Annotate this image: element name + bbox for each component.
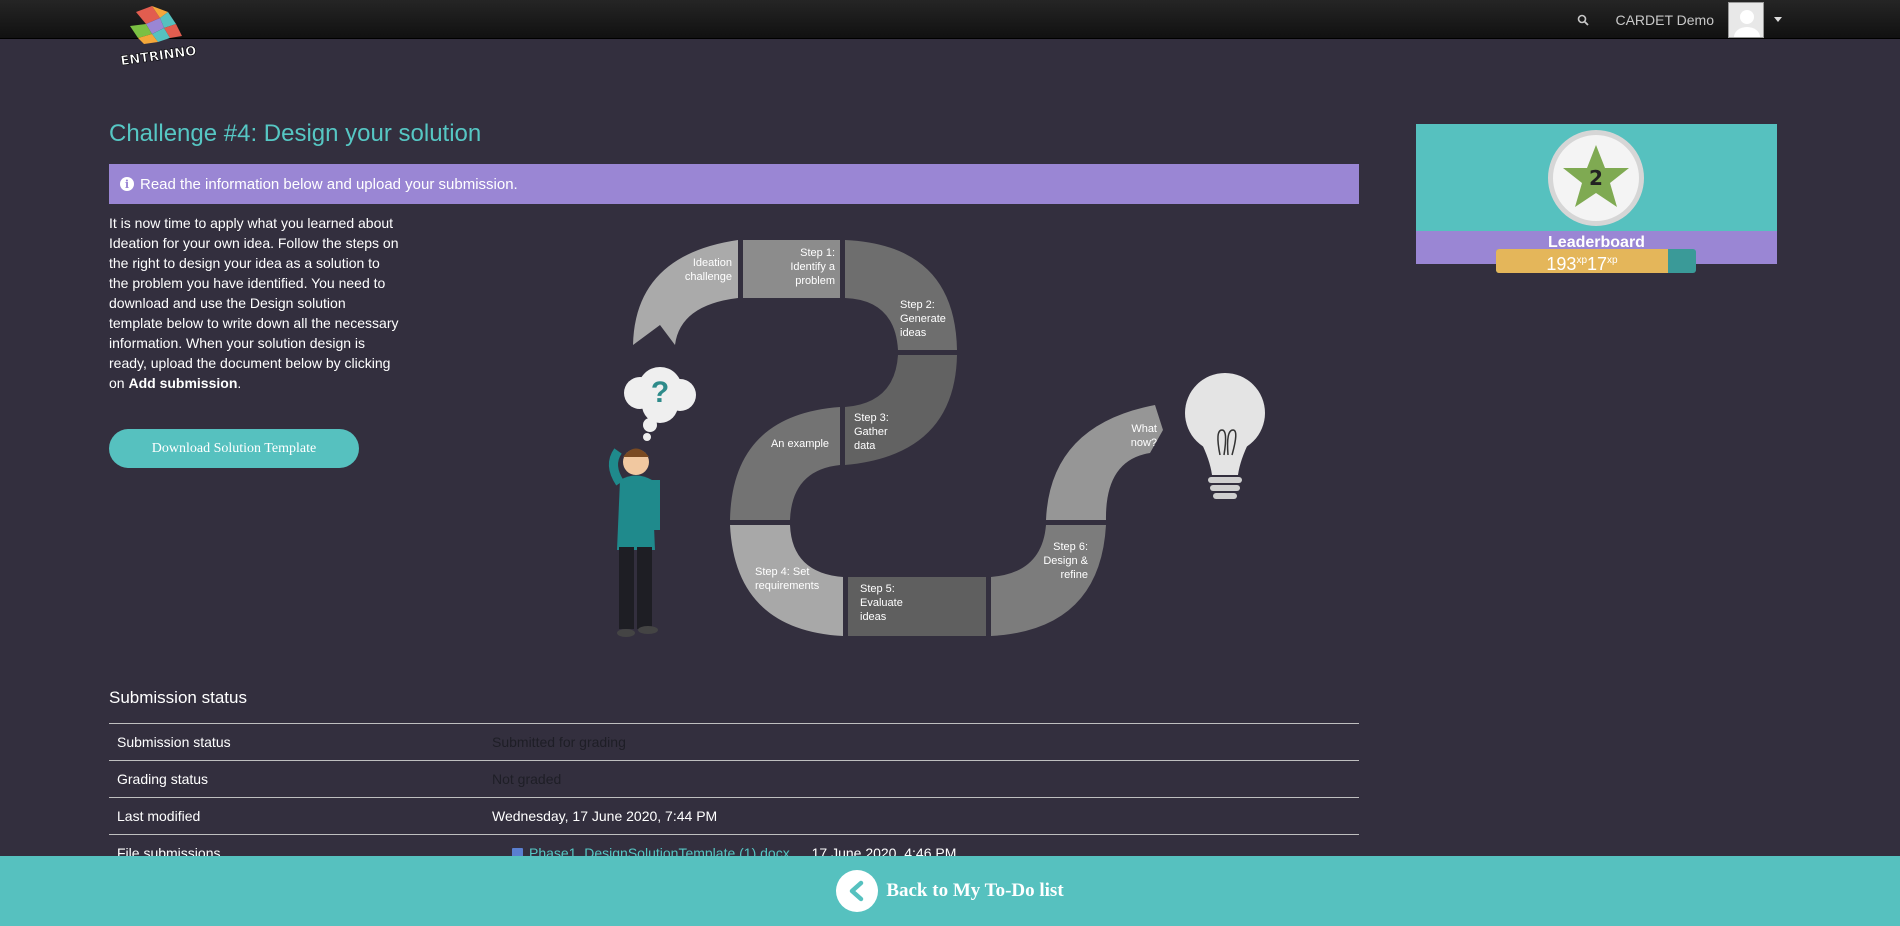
thought-cloud-icon: ?: [624, 367, 696, 441]
person-illustration: [609, 448, 660, 637]
xp-gain: 17: [1587, 254, 1608, 273]
info-banner: i Read the information below and upload …: [109, 164, 1359, 204]
step5-label-1: Step 5:: [860, 583, 895, 595]
row-value: Not graded: [484, 760, 1359, 798]
lightbulb-icon: [1185, 373, 1265, 499]
top-navbar: ENTRINNO CARDET Demo: [0, 0, 1900, 70]
intro-text: It is now time to apply what you learned…: [109, 213, 399, 393]
table-row: Grading status Not graded: [109, 760, 1359, 798]
row-label: Grading status: [109, 760, 484, 798]
intro-bold: Add submission: [128, 375, 238, 391]
rank-number: 2: [1589, 166, 1603, 190]
example-segment: [730, 407, 840, 520]
submission-status-heading: Submission status: [109, 688, 247, 707]
info-icon: i: [120, 177, 134, 191]
table-row: Submission status Submitted for grading: [109, 723, 1359, 761]
back-to-todo-footer[interactable]: Back to My To-Do list: [0, 856, 1900, 926]
step1-label-1: Step 1:: [800, 247, 835, 259]
row-value: Submitted for grading: [484, 723, 1359, 761]
step5-label-3: ideas: [860, 611, 887, 623]
question-mark: ?: [651, 376, 669, 409]
step6-label-3: refine: [1060, 569, 1088, 581]
entrinno-logo[interactable]: ENTRINNO: [116, 6, 202, 76]
page-title: Challenge #4: Design your solution: [109, 120, 482, 147]
step4-label-2: requirements: [755, 580, 820, 592]
download-template-button[interactable]: Download Solution Template: [109, 429, 359, 468]
row-value: Wednesday, 17 June 2020, 7:44 PM: [484, 797, 1359, 835]
xp-value: 193: [1546, 254, 1577, 273]
xp-text: 193xp17xp: [1496, 249, 1668, 273]
leaderboard-widget[interactable]: 2 Leaderboard 193xp17xp: [1416, 124, 1777, 273]
what-now-label-1: What: [1131, 423, 1157, 435]
back-to-todo-link[interactable]: Back to My To-Do list: [886, 880, 1063, 902]
row-label: Submission status: [109, 723, 484, 761]
xp-unit-2: xp: [1607, 255, 1618, 266]
rank-badge: 2: [1548, 130, 1644, 226]
search-icon[interactable]: [1577, 13, 1591, 27]
intro-end: .: [237, 375, 242, 391]
ideation-challenge-label-1: Ideation: [693, 257, 732, 269]
example-label: An example: [771, 438, 829, 450]
submission-status-table: Submission status Submitted for grading …: [109, 723, 1359, 872]
user-name[interactable]: CARDET Demo: [1615, 12, 1714, 28]
svg-text:ENTRINNO: ENTRINNO: [120, 44, 198, 69]
chevron-down-icon[interactable]: [1774, 17, 1782, 22]
chevron-left-icon[interactable]: [836, 870, 879, 912]
step1-label-2: Identify a: [790, 261, 836, 273]
step3-label-2: Gather: [854, 426, 888, 438]
step4-label-1: Step 4: Set: [755, 566, 809, 578]
ideation-steps-diagram: Ideation challenge Step 1: Identify a pr…: [560, 225, 1280, 655]
info-text: Read the information below and upload yo…: [140, 175, 518, 193]
step2-label-1: Step 2:: [900, 299, 935, 311]
step6-label-1: Step 6:: [1053, 541, 1088, 553]
step6-label-2: Design &: [1043, 555, 1088, 567]
step2-label-2: Generate: [900, 313, 946, 325]
step3-label-1: Step 3:: [854, 412, 889, 424]
ideation-challenge-label-2: challenge: [685, 271, 732, 283]
intro-body: It is now time to apply what you learned…: [109, 215, 399, 391]
step6-segment: [991, 525, 1106, 636]
ideation-challenge-segment: [633, 240, 738, 345]
table-row: Last modified Wednesday, 17 June 2020, 7…: [109, 797, 1359, 835]
what-now-label-2: now?: [1131, 437, 1157, 449]
step2-label-3: ideas: [900, 327, 927, 339]
user-menu-area: CARDET Demo: [1577, 0, 1782, 39]
step5-label-2: Evaluate: [860, 597, 903, 609]
xp-progress-bar: 193xp17xp: [1496, 249, 1696, 273]
row-label: Last modified: [109, 797, 484, 835]
step3-label-3: data: [854, 440, 876, 452]
avatar[interactable]: [1728, 1, 1764, 38]
step1-label-3: problem: [795, 275, 835, 287]
xp-unit: xp: [1576, 255, 1587, 266]
